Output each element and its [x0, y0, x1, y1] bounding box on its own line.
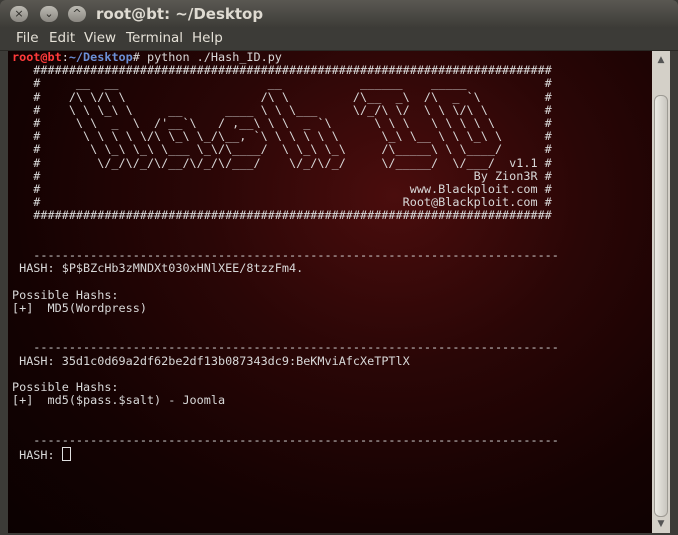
- hash-label: HASH:: [12, 353, 62, 368]
- window-border: [670, 51, 678, 535]
- banner-line: ########################################…: [12, 63, 552, 78]
- minimize-icon[interactable]: ⌄: [40, 6, 58, 22]
- menu-edit[interactable]: Edit: [49, 30, 75, 46]
- hash-input-label: HASH:: [12, 448, 62, 463]
- text-cursor[interactable]: [61, 447, 71, 462]
- window-title: root@bt: ~/Desktop: [96, 5, 264, 23]
- close-icon[interactable]: ×: [10, 6, 28, 22]
- hash-result: [+] md5($pass.$salt) - Joomla: [12, 393, 226, 408]
- banner-line: ########################################…: [12, 208, 552, 223]
- banner-line: # By Zion3R #: [12, 168, 552, 183]
- scroll-thumb[interactable]: [654, 95, 668, 517]
- banner-line: # __ __ __ ______ _____ #: [12, 76, 552, 91]
- hash-value: $P$BZcHb3zMNDXt030xHNlXEE/8tzzFm4.: [61, 261, 304, 276]
- banner-line: # /\ \/\ \ /\ \ /\__ _\ /\ _ `\ #: [12, 89, 552, 104]
- banner-line: # \ \_\ \_\ \___ \_\/\____/ \ \_\ \_\ /\…: [12, 142, 552, 157]
- terminal-output[interactable]: root@bt:~/Desktop# python ./Hash_ID.py #…: [8, 51, 652, 533]
- banner-line: # \ \ \_\ \ __ ____ \ \ \___ \/_/\ \/ \ …: [12, 102, 552, 117]
- divider-line: ----------------------------------------…: [12, 340, 559, 355]
- prompt-path: ~/Desktop: [68, 51, 133, 64]
- prompt-symbol: #: [132, 51, 147, 64]
- possible-hashes-heading: Possible Hashs:: [12, 287, 119, 302]
- hash-value: 35d1c0d69a2df62be2df13b087343dc9:BeKMviA…: [61, 353, 410, 368]
- maximize-icon[interactable]: ^: [68, 6, 86, 22]
- prompt-user: root@bt: [12, 51, 62, 64]
- terminal-window: × ⌄ ^ root@bt: ~/Desktop File Edit View …: [0, 0, 678, 535]
- menu-view[interactable]: View: [84, 30, 116, 46]
- command-text: python ./Hash_ID.py: [146, 51, 282, 64]
- scroll-down-icon[interactable]: ▼: [652, 517, 670, 531]
- banner-line: # \/_/\/_/\/__/\/_/\/___/ \/_/\/_/ \/___…: [12, 155, 552, 170]
- menu-terminal[interactable]: Terminal: [126, 30, 183, 46]
- banner-line: # www.Blackploit.com #: [12, 182, 552, 197]
- divider-line: ----------------------------------------…: [12, 248, 559, 263]
- prompt-separator: :: [61, 51, 69, 64]
- hash-result: [+] MD5(Wordpress): [12, 300, 147, 315]
- vertical-scrollbar[interactable]: ▲ ▼: [652, 51, 670, 533]
- possible-hashes-heading: Possible Hashs:: [12, 380, 119, 395]
- menu-file[interactable]: File: [16, 30, 39, 46]
- banner-line: # \ \ \ \ \/\ \_\ \_/\__, `\ \ \ \ \ \ \…: [12, 129, 552, 144]
- banner-line: # \ \ _ \ /'__`\ / ,__\ \ \ _ `\ \ \ \ \…: [12, 116, 552, 131]
- title-bar[interactable]: × ⌄ ^ root@bt: ~/Desktop: [0, 0, 678, 28]
- menu-bar: File Edit View Terminal Help: [0, 28, 678, 51]
- hash-label: HASH:: [12, 261, 62, 276]
- menu-help[interactable]: Help: [192, 30, 223, 46]
- divider-line: ----------------------------------------…: [12, 432, 559, 447]
- scroll-up-icon[interactable]: ▲: [652, 53, 670, 67]
- banner-line: # Root@Blackploit.com #: [12, 195, 552, 210]
